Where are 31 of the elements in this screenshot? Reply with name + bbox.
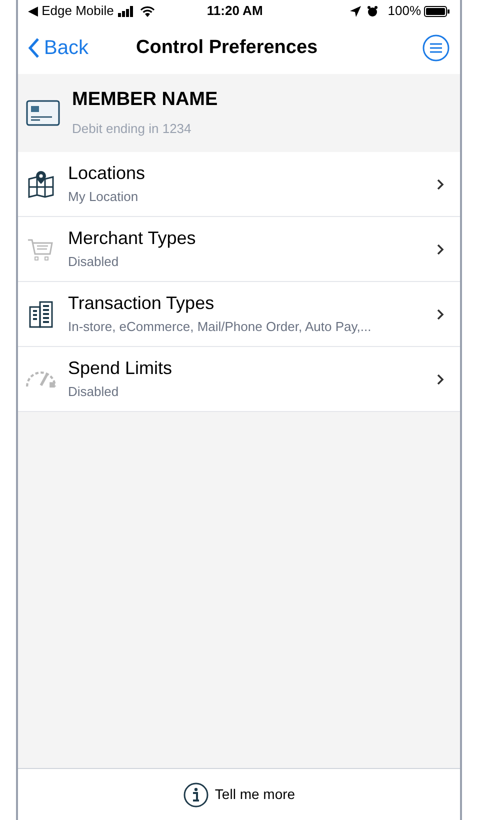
wifi-icon [140, 6, 155, 16]
row-title: Spend Limits [68, 356, 174, 379]
location-arrow-icon [350, 6, 361, 16]
row-subtitle: Disabled [68, 382, 120, 401]
battery-icon [424, 6, 450, 16]
chevron-right-icon [437, 308, 444, 320]
alarm-icon [366, 6, 378, 16]
chevron-right-icon [437, 244, 444, 254]
chevron-right-icon [437, 178, 444, 190]
menu-row[interactable]: Transaction Types In-store, eCommerce, Mail/Phone Order, Auto Pay,... [18, 282, 460, 347]
chevron-left-icon [28, 37, 40, 59]
back-link[interactable]: Back [28, 33, 88, 63]
row-subtitle: My Location [68, 188, 140, 206]
menu-icon[interactable] [422, 34, 450, 62]
clock-text: 11:20 AM [206, 2, 263, 20]
tell-me-more-link[interactable]: Tell me more [182, 782, 296, 808]
page-title: Control Preferences [136, 36, 318, 60]
card-icon [26, 100, 60, 126]
row-title: Merchant Types [68, 226, 197, 249]
row-title: Transaction Types [68, 292, 216, 314]
member-name: MEMBER NAME [72, 88, 218, 112]
card-detail: Debit ending in 1234 [72, 120, 192, 138]
signal-icon [118, 6, 136, 16]
row-title: Locations [68, 162, 146, 184]
row-subtitle: In-store, eCommerce, Mail/Phone Order, Auto Pay,... [68, 318, 372, 336]
battery-text: 100% [388, 2, 421, 20]
info-icon [182, 782, 209, 808]
row-subtitle: Disabled [68, 252, 120, 271]
menu-row[interactable]: Locations My Location [18, 152, 460, 217]
carrier-text: ◀ Edge Mobile [28, 2, 114, 20]
chevron-right-icon [437, 374, 444, 384]
